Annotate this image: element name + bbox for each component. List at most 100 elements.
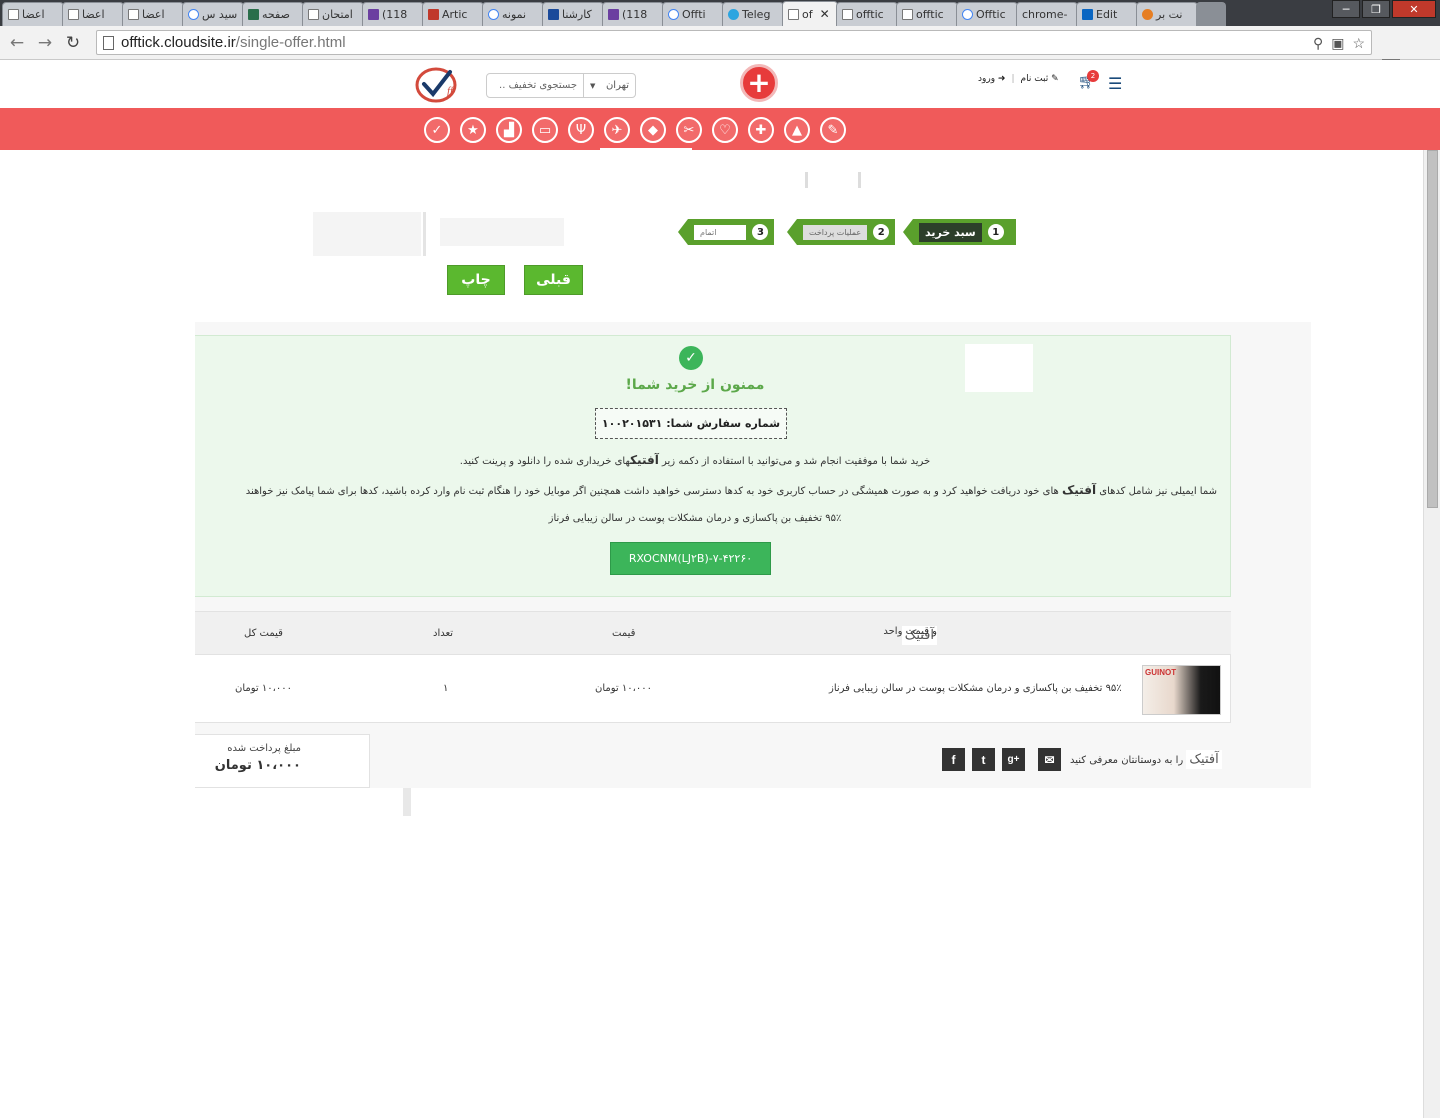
step-finish: 3 اتمام (678, 219, 775, 245)
new-tab-button[interactable] (1196, 2, 1226, 26)
address-bar[interactable]: offtick.cloudsite.ir/single-offer.html ⚲… (96, 30, 1372, 55)
divider: | (1011, 74, 1015, 84)
cart-count-badge: 2 (1087, 70, 1099, 82)
download-message: خرید شما با موفقیت انجام شد و می‌توانید … (459, 453, 931, 467)
browser-tab[interactable]: اعضا (2, 2, 64, 26)
salon-icon[interactable]: ✂ (676, 117, 702, 143)
star-icon[interactable]: ★ (460, 117, 486, 143)
paid-value: ۱۰،۰۰۰ تومان (214, 758, 301, 773)
google-icon (188, 9, 199, 20)
caret-down-icon: ▼ (590, 81, 596, 90)
previous-button[interactable]: قبلی (524, 265, 583, 295)
browser-tab[interactable]: offtic (836, 2, 898, 26)
add-offer-button[interactable]: + (740, 64, 778, 102)
browser-tab[interactable]: کارشنا (542, 2, 604, 26)
offtick-icon (668, 9, 679, 20)
artifact (440, 218, 564, 246)
browser-tab[interactable]: اعضا (122, 2, 184, 26)
signup-link[interactable]: ✎ ثبت نام (1021, 74, 1059, 84)
browser-tab[interactable]: سید س (182, 2, 244, 26)
share-text: آفتیک را به دوستانتان معرفی کنید (1070, 750, 1222, 769)
page-scrollbar[interactable] (1423, 150, 1440, 1118)
plane-icon[interactable]: ✈ (604, 117, 630, 143)
google-plus-icon[interactable]: g+ (1002, 748, 1025, 771)
car-icon[interactable]: ▭ (532, 117, 558, 143)
coupon-code-button[interactable]: RXOCNM(LJ۲B)-۷-۴۲۲۶۰ (610, 542, 771, 575)
browser-tab[interactable]: offtic (896, 2, 958, 26)
zoom-icon[interactable]: ⚲ (1313, 35, 1323, 52)
browser-tab[interactable]: نمونه (482, 2, 544, 26)
gift-icon[interactable]: ◆ (640, 117, 666, 143)
page-icon (902, 9, 913, 20)
window-close-icon[interactable]: ✕ (1392, 0, 1436, 18)
twitter-icon[interactable]: t (972, 748, 995, 771)
page-icon (308, 9, 319, 20)
menu-list-icon[interactable]: ☰ (1108, 74, 1122, 93)
minimize-icon[interactable]: ─ (1332, 0, 1360, 18)
offtick-icon (962, 9, 973, 20)
scrollbar-thumb[interactable] (1427, 150, 1438, 508)
url-host: offtick.cloudsite.ir (121, 34, 236, 51)
table-row: GUINOT ۹۵٪ تخفیف بن پاکسازی و درمان مشکل… (195, 655, 1231, 723)
medical-icon[interactable]: ✚ (748, 117, 774, 143)
browser-tab[interactable]: (118 (602, 2, 664, 26)
browser-tab[interactable]: Artic (422, 2, 484, 26)
browser-tab[interactable]: Offti (662, 2, 724, 26)
brush-icon[interactable]: ✎ (820, 117, 846, 143)
browser-tab[interactable]: Offtic (956, 2, 1018, 26)
city-select[interactable]: تهران ▼ (583, 74, 635, 97)
back-arrow-icon[interactable]: ← (6, 32, 28, 54)
facebook-icon[interactable]: f (942, 748, 965, 771)
browser-tab[interactable]: امتحان (302, 2, 364, 26)
cart-button[interactable]: 🛒︎ 2 (1078, 70, 1099, 90)
graduation-icon[interactable]: ▲ (784, 117, 810, 143)
product-title: ۹۵٪ تخفیف بن پاکسازی و درمان مشکلات پوست… (829, 683, 1122, 694)
browser-tab[interactable]: (118 (362, 2, 424, 26)
check-circle-icon: ✓ (679, 346, 703, 370)
offtick-logo[interactable]: ff (414, 64, 464, 104)
table-header: آفتیک و قیمت واحد قیمت تعداد قیمت کل (195, 612, 1231, 655)
browser-tab[interactable]: chrome- (1016, 2, 1078, 26)
page-icon (68, 9, 79, 20)
artifact (805, 172, 808, 188)
tag-icon[interactable]: ✓ (424, 117, 450, 143)
offer-title: ۹۵٪ تخفیف بن پاکسازی و درمان مشکلات پوست… (548, 513, 842, 524)
heart-icon[interactable]: ♡ (712, 117, 738, 143)
restore-icon[interactable]: ❐ (1362, 0, 1390, 18)
browser-tab-active[interactable]: of ✕ (782, 1, 838, 26)
browser-tab[interactable]: اعضا (62, 2, 124, 26)
header-qty: تعداد (433, 628, 454, 639)
food-icon[interactable]: Ψ (568, 117, 594, 143)
print-button[interactable]: چاپ (447, 265, 505, 295)
user-links: ✎ ثبت نام | ➜ ورود (978, 74, 1059, 84)
login-link[interactable]: ➜ ورود (978, 74, 1005, 84)
product-total: ۱۰،۰۰۰ تومان (235, 683, 292, 694)
bookmark-star-icon[interactable]: ☆ (1352, 35, 1365, 52)
category-indicator (600, 148, 692, 151)
window-controls: ─ ❐ ✕ (1332, 0, 1436, 18)
category-bar: ✓ ★ ▟ ▭ Ψ ✈ ◆ ✂ ♡ ✚ ▲ ✎ (0, 108, 1440, 150)
product-image[interactable]: GUINOT (1142, 665, 1221, 715)
order-table: آفتیک و قیمت واحد قیمت تعداد قیمت کل GUIN… (195, 611, 1231, 723)
search-input[interactable]: جستجوی تخفیف .. (487, 74, 583, 97)
telegram-icon (728, 9, 739, 20)
bag-icon[interactable]: ▟ (496, 117, 522, 143)
reload-icon[interactable]: ↻ (62, 32, 84, 54)
email-icon[interactable]: ✉ (1038, 748, 1061, 771)
share-icons: f t g+ ✉ (942, 748, 1061, 771)
email-message: شما ایمیلی نیز شامل کدهای آفتیک های خود … (245, 483, 1217, 497)
mail-icon (608, 9, 619, 20)
paid-amount-box: مبلغ پرداخت شده ۱۰،۰۰۰ تومان (195, 734, 370, 788)
pencil-icon: ✎ (1051, 74, 1059, 84)
paid-label: مبلغ پرداخت شده (227, 743, 301, 754)
browser-tab-strip: اعضا اعضا اعضا سید س صفحه امتحان (118 Ar… (0, 0, 1440, 26)
browser-tab[interactable]: Teleg (722, 2, 784, 26)
close-icon[interactable]: ✕ (820, 7, 830, 21)
page-icon (103, 36, 114, 50)
browser-tab[interactable]: Edit (1076, 2, 1138, 26)
browser-tab[interactable]: صفحه (242, 2, 304, 26)
browser-tab[interactable]: نت بر (1136, 2, 1198, 26)
translate-icon[interactable]: ▣ (1331, 35, 1344, 52)
forward-arrow-icon[interactable]: → (34, 32, 56, 54)
order-number: شماره سفارش شما: ۱۰۰۲۰۱۵۳۱ (595, 408, 787, 439)
